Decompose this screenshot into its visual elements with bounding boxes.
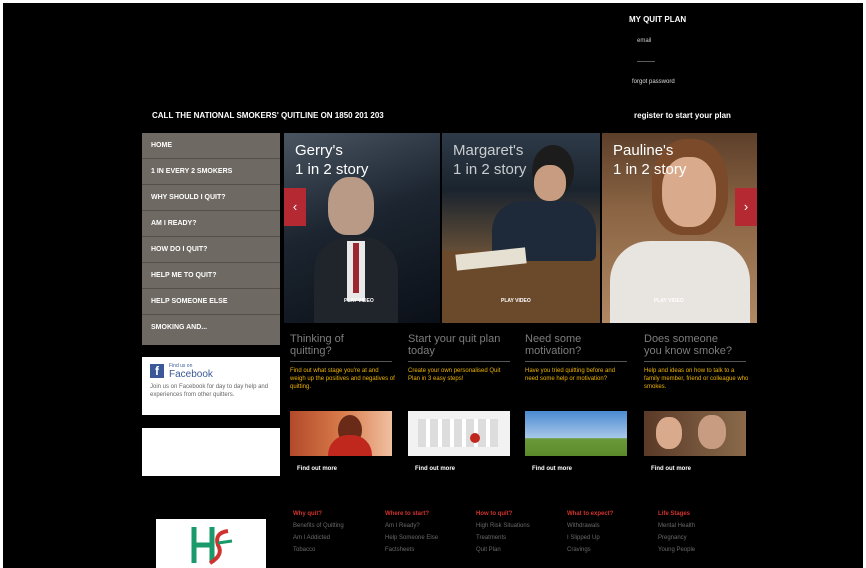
hse-logo[interactable] <box>156 519 266 568</box>
feature-title-someone-smokes: Does someone you know smoke? <box>644 333 749 357</box>
footer-link[interactable]: I Slipped Up <box>567 535 613 541</box>
play-video-pauline[interactable]: PLAY VIDEO <box>654 298 684 304</box>
feature-quit-plan: Start your quit plan today Create your o… <box>408 333 513 383</box>
feature-motivation: Need some motivation? Have you tried qui… <box>525 333 630 383</box>
story-name-pauline: Pauline's <box>613 142 674 159</box>
nav-item-help-me[interactable]: HELP ME TO QUIT? <box>142 263 280 289</box>
divider <box>525 361 627 362</box>
carousel-prev-button[interactable]: ‹ <box>284 188 306 226</box>
story-panel-margaret[interactable]: Margaret's 1 in 2 story PLAY VIDEO <box>442 133 600 323</box>
footer-link[interactable]: Am I Addicted <box>293 535 344 541</box>
story-panel-pauline[interactable]: Pauline's 1 in 2 story PLAY VIDEO › <box>602 133 757 323</box>
footer-link[interactable]: Am I Ready? <box>385 523 438 529</box>
page-frame: MY QUIT PLAN email ——— forgot password C… <box>3 3 863 568</box>
footer-col-where-start: Where to start? Am I Ready? Help Someone… <box>385 511 438 559</box>
facebook-description: Join us on Facebook for day to day help … <box>150 384 269 398</box>
play-video-margaret[interactable]: PLAY VIDEO <box>501 298 531 304</box>
footer-heading[interactable]: Why quit? <box>293 511 344 517</box>
divider <box>290 361 392 362</box>
feature-image-quit-plan[interactable] <box>408 411 510 456</box>
feature-image-thinking[interactable] <box>290 411 392 456</box>
story-title-gerry: Gerry's 1 in 2 story <box>295 141 368 179</box>
feature-title-line: motivation? <box>525 345 582 357</box>
feature-image-someone-smokes[interactable] <box>644 411 746 456</box>
footer-link[interactable]: Young People <box>658 547 695 553</box>
feature-image-motivation[interactable] <box>525 411 627 456</box>
story-sub-pauline: 1 in 2 story <box>613 161 687 178</box>
divider <box>644 361 746 362</box>
nav-item-am-i-ready[interactable]: AM I READY? <box>142 211 280 237</box>
register-link[interactable]: register to start your plan <box>634 111 731 120</box>
nav-item-1-in-2[interactable]: 1 IN EVERY 2 SMOKERS <box>142 159 280 185</box>
feature-desc-motivation: Have you tried quitting before and need … <box>525 368 616 382</box>
find-out-more-motivation[interactable]: Find out more <box>532 466 572 472</box>
footer-col-how-quit: How to quit? High Risk Situations Treatm… <box>476 511 530 559</box>
footer-link[interactable]: Treatments <box>476 535 530 541</box>
nav-item-home[interactable]: HOME <box>142 133 280 159</box>
footer-col-why-quit: Why quit? Benefits of Quitting Am I Addi… <box>293 511 344 559</box>
nav-item-smoking-and[interactable]: SMOKING AND... <box>142 315 280 341</box>
nav-item-help-someone[interactable]: HELP SOMEONE ELSE <box>142 289 280 315</box>
find-out-more-quit-plan[interactable]: Find out more <box>415 466 455 472</box>
feature-title-motivation: Need some motivation? <box>525 333 630 357</box>
story-carousel: Gerry's 1 in 2 story PLAY VIDEO ‹ Margar… <box>284 133 757 323</box>
facebook-icon: f <box>150 364 164 378</box>
find-out-more-someone-smokes[interactable]: Find out more <box>651 466 691 472</box>
footer-link[interactable]: Help Someone Else <box>385 535 438 541</box>
feature-desc-someone-smokes: Help and ideas on how to talk to a famil… <box>644 368 749 390</box>
footer-heading[interactable]: What to expect? <box>567 511 613 517</box>
footer-link[interactable]: Benefits of Quitting <box>293 523 344 529</box>
feature-title-line: Need some <box>525 333 582 345</box>
feature-title-line: Start your quit plan <box>408 333 501 345</box>
story-title-margaret: Margaret's 1 in 2 story <box>453 141 526 179</box>
feature-title-line: Thinking of <box>290 333 344 345</box>
facebook-label: Facebook <box>169 369 213 380</box>
facebook-widget[interactable]: f Find us on Facebook Join us on Faceboo… <box>142 357 280 415</box>
hse-logo-icon <box>191 527 233 565</box>
footer-link[interactable]: High Risk Situations <box>476 523 530 529</box>
email-field[interactable]: email <box>637 38 651 44</box>
footer-heading[interactable]: Life Stages <box>658 511 695 517</box>
feature-desc-quit-plan: Create your own personalised Quit Plan i… <box>408 368 501 382</box>
play-video-gerry[interactable]: PLAY VIDEO <box>344 298 374 304</box>
divider <box>408 361 510 362</box>
nav-item-why-quit[interactable]: WHY SHOULD I QUIT? <box>142 185 280 211</box>
story-name-gerry: Gerry's <box>295 142 343 159</box>
story-name-margaret: Margaret's <box>453 142 524 159</box>
footer-heading[interactable]: How to quit? <box>476 511 530 517</box>
footer-heading[interactable]: Where to start? <box>385 511 438 517</box>
story-sub-margaret: 1 in 2 story <box>453 161 527 178</box>
footer-link[interactable]: Mental Health <box>658 523 695 529</box>
side-nav: HOME 1 IN EVERY 2 SMOKERS WHY SHOULD I Q… <box>142 133 280 345</box>
nav-item-how-quit[interactable]: HOW DO I QUIT? <box>142 237 280 263</box>
story-title-pauline: Pauline's 1 in 2 story <box>613 141 686 179</box>
feature-title-line: today <box>408 345 435 357</box>
quitline-banner: CALL THE NATIONAL SMOKERS' QUITLINE ON 1… <box>152 111 384 120</box>
quit-plan-title: MY QUIT PLAN <box>629 15 687 24</box>
feature-thinking: Thinking of quitting? Find out what stag… <box>290 333 395 391</box>
feature-title-line: you know smoke? <box>644 345 733 357</box>
footer-link[interactable]: Factsheets <box>385 547 438 553</box>
footer-col-what-expect: What to expect? Withdrawals I Slipped Up… <box>567 511 613 559</box>
password-field[interactable]: ——— <box>637 59 655 65</box>
story-panel-gerry[interactable]: Gerry's 1 in 2 story PLAY VIDEO ‹ <box>284 133 440 323</box>
footer-link[interactable]: Withdrawals <box>567 523 613 529</box>
forgot-password-link[interactable]: forgot password <box>632 79 675 85</box>
footer-link[interactable]: Pregnancy <box>658 535 695 541</box>
footer-link[interactable]: Cravings <box>567 547 613 553</box>
ad-placeholder <box>142 428 280 476</box>
footer-link[interactable]: Tobacco <box>293 547 344 553</box>
carousel-next-button[interactable]: › <box>735 188 757 226</box>
story-sub-gerry: 1 in 2 story <box>295 161 369 178</box>
footer-link[interactable]: Quit Plan <box>476 547 530 553</box>
feature-someone-smokes: Does someone you know smoke? Help and id… <box>644 333 749 391</box>
feature-title-quit-plan: Start your quit plan today <box>408 333 513 357</box>
feature-title-thinking: Thinking of quitting? <box>290 333 395 357</box>
feature-desc-thinking: Find out what stage you're at and weigh … <box>290 368 395 390</box>
footer-col-life-stages: Life Stages Mental Health Pregnancy Youn… <box>658 511 695 559</box>
feature-title-line: quitting? <box>290 345 332 357</box>
find-out-more-thinking[interactable]: Find out more <box>297 466 337 472</box>
feature-title-line: Does someone <box>644 333 718 345</box>
